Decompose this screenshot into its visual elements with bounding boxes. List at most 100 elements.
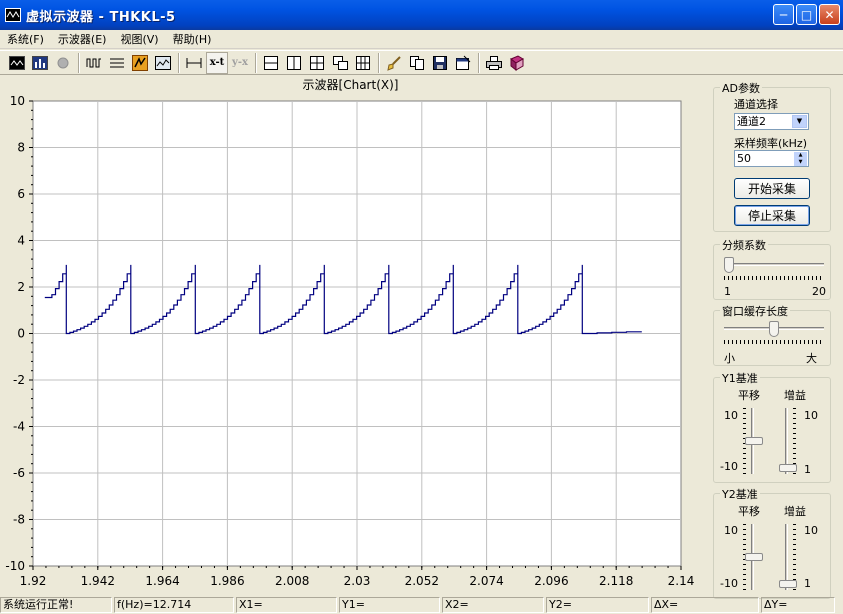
properties-button[interactable] bbox=[452, 52, 474, 74]
status-bar: 系统运行正常! f(Hz)=12.714 X1= Y1= X2= Y2= ΔX=… bbox=[0, 597, 843, 614]
toolbar-separator bbox=[178, 52, 180, 73]
square-wave-button[interactable] bbox=[83, 52, 105, 74]
y-tick-label: 4 bbox=[17, 234, 25, 248]
slider-thumb[interactable] bbox=[779, 580, 797, 588]
y1-baseline-group: Y1基准 平移 增益 10 -10 10 1 bbox=[713, 370, 831, 483]
x-tick-label: 2.052 bbox=[405, 574, 439, 588]
waveform-display-button[interactable] bbox=[6, 52, 28, 74]
status-y2: Y2= bbox=[546, 597, 649, 613]
y2-offset-slider[interactable] bbox=[742, 524, 764, 590]
window-title: 虚拟示波器 - THKKL-5 bbox=[26, 9, 176, 25]
spin-down-icon[interactable]: ▼ bbox=[794, 159, 807, 166]
slider-ticks bbox=[724, 276, 824, 280]
menu-oscilloscope[interactable]: 示波器(E) bbox=[54, 31, 111, 47]
stop-acquisition-button[interactable]: 停止采集 bbox=[734, 205, 810, 226]
menu-view[interactable]: 视图(V) bbox=[116, 31, 162, 47]
slider-thumb[interactable] bbox=[779, 464, 797, 472]
yx-mode-button[interactable]: y-x bbox=[229, 52, 251, 74]
divider-min: 1 bbox=[724, 285, 731, 298]
scope-view-icon bbox=[155, 55, 171, 70]
minimize-button[interactable]: ─ bbox=[773, 4, 794, 25]
menu-help[interactable]: 帮助(H) bbox=[169, 31, 216, 47]
scope-view-button[interactable] bbox=[152, 52, 174, 74]
slider-thumb[interactable] bbox=[745, 437, 763, 445]
y2-offset-label: 平移 bbox=[738, 505, 760, 518]
trigger-button[interactable] bbox=[129, 52, 151, 74]
toolbar-separator bbox=[378, 52, 380, 73]
start-acquisition-label: 开始采集 bbox=[747, 182, 796, 196]
minimize-icon: ─ bbox=[779, 7, 788, 22]
y-tick-label: 6 bbox=[17, 187, 25, 201]
measure-width-button[interactable] bbox=[183, 52, 205, 74]
sample-rate-input[interactable]: 50 ▲ ▼ bbox=[734, 150, 809, 167]
menu-system[interactable]: 系统(F) bbox=[3, 31, 48, 47]
sample-rate-value: 50 bbox=[737, 152, 751, 165]
divider-slider[interactable] bbox=[724, 257, 824, 281]
sample-rate-label: 采样频率(kHz) bbox=[734, 137, 807, 150]
x-tick-label: 1.986 bbox=[210, 574, 244, 588]
toolbar-separator bbox=[255, 52, 257, 73]
maximize-button[interactable]: □ bbox=[796, 4, 817, 25]
print-button[interactable] bbox=[483, 52, 505, 74]
y2-gain-bottom: 1 bbox=[804, 577, 811, 590]
channel-select[interactable]: 通道2 ▼ bbox=[734, 113, 809, 130]
slider-thumb[interactable] bbox=[724, 257, 734, 273]
record-button[interactable] bbox=[52, 52, 74, 74]
xt-mode-button[interactable]: x-t bbox=[206, 51, 228, 74]
slider-thumb[interactable] bbox=[745, 553, 763, 561]
close-button[interactable]: ✕ bbox=[819, 4, 840, 25]
copy-button[interactable] bbox=[406, 52, 428, 74]
trigger-icon bbox=[132, 54, 148, 71]
status-x2: X2= bbox=[442, 597, 544, 613]
buffer-length-slider[interactable] bbox=[724, 321, 824, 345]
chevron-down-icon[interactable]: ▼ bbox=[792, 115, 807, 128]
lines-button[interactable] bbox=[106, 52, 128, 74]
toolbar: x-t y-x bbox=[0, 50, 843, 75]
slider-thumb[interactable] bbox=[769, 321, 779, 337]
yx-mode-label: y-x bbox=[232, 57, 248, 68]
ad-params-title: AD参数 bbox=[720, 80, 762, 96]
y-tick-label: -2 bbox=[13, 373, 25, 387]
x-tick-label: 1.942 bbox=[81, 574, 115, 588]
spectrum-icon bbox=[32, 55, 48, 70]
channel-value: 通道2 bbox=[737, 115, 766, 128]
tile-icon bbox=[356, 55, 370, 70]
menu-bar: 系统(F) 示波器(E) 视图(V) 帮助(H) bbox=[0, 30, 843, 49]
tile-button[interactable] bbox=[352, 52, 374, 74]
y2-title: Y2基准 bbox=[720, 486, 760, 502]
y2-gain-slider[interactable] bbox=[776, 524, 798, 590]
status-frequency: f(Hz)=12.714 bbox=[114, 597, 234, 613]
save-button[interactable] bbox=[429, 52, 451, 74]
y-tick-label: -4 bbox=[13, 420, 25, 434]
slider-ticks bbox=[724, 340, 824, 344]
divider-group: 分频系数 1 20 bbox=[713, 237, 831, 300]
y1-gain-slider[interactable] bbox=[776, 408, 798, 474]
spectrum-button[interactable] bbox=[29, 52, 51, 74]
help-book-button[interactable] bbox=[506, 52, 528, 74]
save-icon bbox=[433, 55, 447, 70]
status-y1: Y1= bbox=[339, 597, 440, 613]
toolbar-separator bbox=[478, 52, 480, 73]
oscilloscope-chart[interactable]: 1.92 1.942 1.964 1.986 2.008 2.03 2.052 2.074 2.… bbox=[0, 76, 701, 596]
status-x1: X1= bbox=[236, 597, 337, 613]
book-icon bbox=[510, 54, 524, 71]
waveform-icon bbox=[9, 55, 25, 70]
slider-track bbox=[724, 263, 824, 266]
brush-icon bbox=[387, 55, 401, 71]
x-tick-label: 2.14 bbox=[668, 574, 695, 588]
y1-offset-label: 平移 bbox=[738, 389, 760, 402]
y1-gain-top: 10 bbox=[804, 409, 818, 422]
start-acquisition-button[interactable]: 开始采集 bbox=[734, 178, 810, 199]
y-tick-label: 2 bbox=[17, 280, 25, 294]
x-tick-label: 1.92 bbox=[20, 574, 47, 588]
y2-gain-top: 10 bbox=[804, 524, 818, 537]
clear-button[interactable] bbox=[383, 52, 405, 74]
y1-title: Y1基准 bbox=[720, 370, 760, 386]
split-quad-button[interactable] bbox=[306, 52, 328, 74]
control-panel: AD参数 通道选择 通道2 ▼ 采样频率(kHz) 50 ▲ ▼ 开始采集 停止… bbox=[703, 76, 843, 599]
split-vertical-button[interactable] bbox=[283, 52, 305, 74]
cascade-button[interactable] bbox=[329, 52, 351, 74]
split-horizontal-button[interactable] bbox=[260, 52, 282, 74]
maximize-icon: □ bbox=[800, 7, 813, 22]
y1-offset-slider[interactable] bbox=[742, 408, 764, 474]
